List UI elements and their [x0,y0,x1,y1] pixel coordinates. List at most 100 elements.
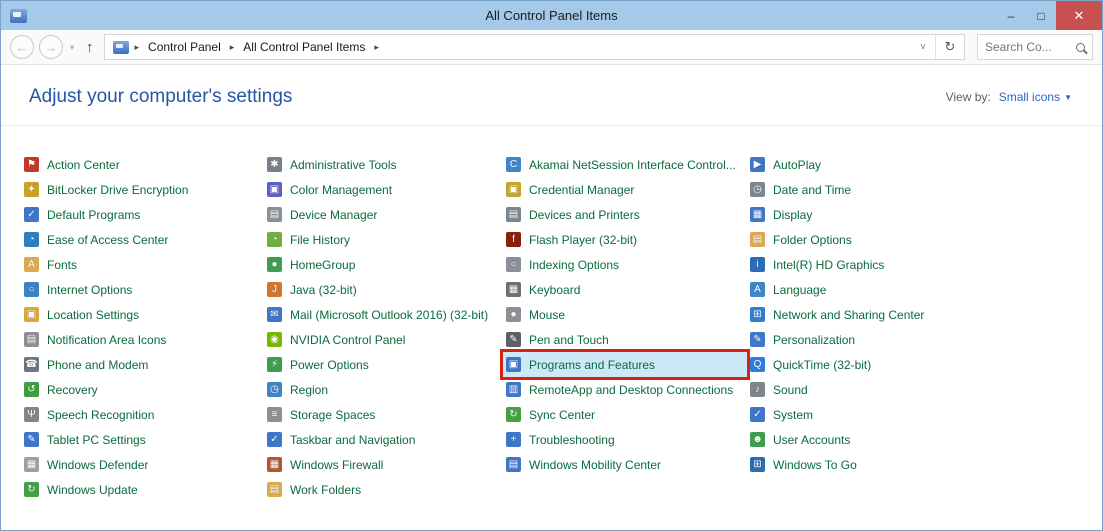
homegroup-item[interactable]: ● HomeGroup [264,252,503,277]
up-button[interactable]: ↑ [81,39,99,56]
item-label: QuickTime (32-bit) [773,357,872,372]
region-item[interactable]: ◷ Region [264,377,503,402]
tablet-pc-settings-item[interactable]: ✎ Tablet PC Settings [21,427,264,452]
default-programs-item[interactable]: ✓ Default Programs [21,202,264,227]
autoplay-item[interactable]: ▶ AutoPlay [747,152,1077,177]
color-management-icon: ▣ [267,182,282,197]
internet-globe-icon: ○ [24,282,39,297]
item-label: AutoPlay [773,157,822,172]
akamai-netsession-interface-control-item[interactable]: C Akamai NetSession Interface Control... [503,152,747,177]
date-and-time-item[interactable]: ◷ Date and Time [747,177,1077,202]
sync-center-item[interactable]: ↻ Sync Center [503,402,747,427]
close-button[interactable]: ✕ [1056,1,1102,30]
remoteapp-icon: ▥ [506,382,521,397]
item-label: BitLocker Drive Encryption [47,182,189,197]
taskbar-and-navigation-item[interactable]: ✓ Taskbar and Navigation [264,427,503,452]
item-label: Devices and Printers [529,207,640,222]
personalization-item[interactable]: ✎ Personalization [747,327,1077,352]
internet-options-item[interactable]: ○ Internet Options [21,277,264,302]
windows-update-item[interactable]: ↻ Windows Update [21,477,264,502]
sound-item[interactable]: ♪ Sound [747,377,1077,402]
mail-microsoft-outlook-2016-32-bit-item[interactable]: ✉ Mail (Microsoft Outlook 2016) (32-bit) [264,302,503,327]
back-button[interactable]: ← [10,35,34,59]
recovery-item[interactable]: ↺ Recovery [21,377,264,402]
bitlocker-drive-encryption-item[interactable]: ✦ BitLocker Drive Encryption [21,177,264,202]
item-label: File History [290,232,351,247]
intel-r-hd-graphics-item[interactable]: i Intel(R) HD Graphics [747,252,1077,277]
item-label: Location Settings [47,307,140,322]
notification-area-icons-item[interactable]: ▤ Notification Area Icons [21,327,264,352]
pen-and-touch-item[interactable]: ✎ Pen and Touch [503,327,747,352]
speech-recognition-item[interactable]: Ψ Speech Recognition [21,402,264,427]
address-dropdown-icon[interactable]: ˅ [911,35,935,59]
action-center-item[interactable]: ⚑ Action Center [21,152,264,177]
quicktime-32-bit-item[interactable]: Q QuickTime (32-bit) [747,352,1077,377]
region-globe-icon: ◷ [267,382,282,397]
printer-icon: ▤ [506,207,521,222]
device-manager-icon: ▤ [267,207,282,222]
chevron-down-icon: ▼ [1064,92,1072,102]
item-label: Power Options [290,357,369,372]
flash-player-32-bit-item[interactable]: f Flash Player (32-bit) [503,227,747,252]
windows-defender-item[interactable]: ▦ Windows Defender [21,452,264,477]
java-32-bit-item[interactable]: J Java (32-bit) [264,277,503,302]
item-label: Mouse [529,307,566,322]
folder-options-item[interactable]: ▤ Folder Options [747,227,1077,252]
administrative-tools-item[interactable]: ✱ Administrative Tools [264,152,503,177]
maximize-button[interactable]: □ [1026,1,1056,30]
programs-and-features-item[interactable]: ▣ Programs and Features [500,349,750,380]
search-icon[interactable] [1076,42,1085,52]
search-box[interactable] [977,34,1093,60]
ease-of-access-center-item[interactable]: ◔ Ease of Access Center [21,227,264,252]
sync-icon: ↻ [506,407,521,422]
file-history-item[interactable]: ◔ File History [264,227,503,252]
mouse-item[interactable]: ● Mouse [503,302,747,327]
breadcrumb-item[interactable]: Control Panel [143,38,226,56]
windows-to-go-item[interactable]: ⊞ Windows To Go [747,452,1077,477]
storage-spaces-item[interactable]: ≡ Storage Spaces [264,402,503,427]
forward-button[interactable]: → [39,35,63,59]
phone-and-modem-item[interactable]: ☎ Phone and Modem [21,352,264,377]
language-globe-icon: A [750,282,765,297]
control-panel-window: All Control Panel Items – □ ✕ ← → ▾ ↑ ▸ C… [0,0,1103,531]
network-and-sharing-center-item[interactable]: ⊞ Network and Sharing Center [747,302,1077,327]
nvidia-control-panel-item[interactable]: ◉ NVIDIA Control Panel [264,327,503,352]
location-settings-item[interactable]: ▣ Location Settings [21,302,264,327]
window-controls: – □ ✕ [996,1,1102,30]
storage-stack-icon: ≡ [267,407,282,422]
power-options-item[interactable]: ⚡ Power Options [264,352,503,377]
device-manager-item[interactable]: ▤ Device Manager [264,202,503,227]
troubleshooting-item[interactable]: + Troubleshooting [503,427,747,452]
item-label: Keyboard [529,282,581,297]
breadcrumb-separator-icon: ▸ [229,41,235,52]
windows-firewall-item[interactable]: ▦ Windows Firewall [264,452,503,477]
remoteapp-and-desktop-connections-item[interactable]: ▥ RemoteApp and Desktop Connections [503,377,747,402]
devices-and-printers-item[interactable]: ▤ Devices and Printers [503,202,747,227]
system-item[interactable]: ✓ System [747,402,1077,427]
work-folders-item[interactable]: ▤ Work Folders [264,477,503,502]
address-bar[interactable]: ▸ Control Panel ▸ All Control Panel Items ▸ … [103,34,965,60]
history-dropdown-icon[interactable]: ▾ [68,43,76,52]
indexing-options-item[interactable]: ○ Indexing Options [503,252,747,277]
keyboard-item[interactable]: ▦ Keyboard [503,277,747,302]
breadcrumb-separator-icon: ▸ [134,41,140,52]
item-label: Sync Center [529,407,596,422]
item-label: Device Manager [290,207,378,222]
user-accounts-item[interactable]: ☻ User Accounts [747,427,1077,452]
display-item[interactable]: ▦ Display [747,202,1077,227]
item-label: Phone and Modem [47,357,149,372]
item-label: Windows To Go [773,457,857,472]
view-by-dropdown[interactable]: Small icons ▼ [999,90,1072,104]
language-item[interactable]: A Language [747,277,1077,302]
color-management-item[interactable]: ▣ Color Management [264,177,503,202]
breadcrumb-item[interactable]: All Control Panel Items [238,38,370,56]
fonts-item[interactable]: A Fonts [21,252,264,277]
item-label: Color Management [290,182,393,197]
refresh-icon[interactable]: ↻ [935,35,964,59]
credential-manager-item[interactable]: ▣ Credential Manager [503,177,747,202]
windows-mobility-center-item[interactable]: ▤ Windows Mobility Center [503,452,747,477]
search-input[interactable] [985,40,1076,54]
sound-speaker-icon: ♪ [750,382,765,397]
item-label: Fonts [47,257,78,272]
minimize-button[interactable]: – [996,1,1026,30]
